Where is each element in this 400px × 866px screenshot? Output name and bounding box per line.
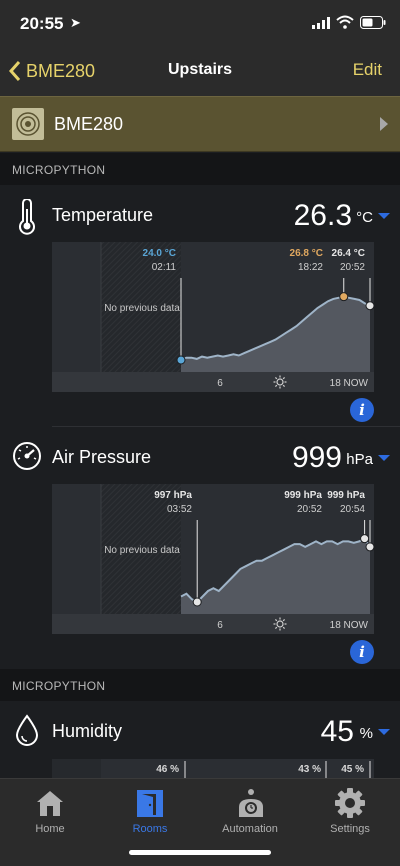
info-button[interactable]: i	[350, 640, 374, 664]
device-row[interactable]: BME280	[0, 96, 400, 152]
tab-automation[interactable]: Automation	[200, 785, 300, 837]
sensor-value: 999	[291, 441, 342, 474]
sensor-label: Air Pressure	[52, 447, 152, 467]
axis-label-right: 18 NOW	[330, 378, 369, 389]
page-title: Upstairs	[167, 61, 233, 78]
location-arrow-icon: ➤	[70, 15, 81, 30]
marker-dot	[365, 542, 374, 552]
section-header: MICROPYTHON	[0, 669, 400, 701]
tab-label: Automation	[222, 823, 278, 835]
marker-value: 999 hPa	[327, 490, 365, 501]
navigation-bar: BME280 Upstairs Edit	[0, 46, 400, 96]
marker-value: 26.4 °C	[332, 248, 365, 259]
tab-settings[interactable]: Settings	[300, 785, 400, 837]
sensor-label: Humidity	[52, 721, 123, 741]
droplet-icon	[15, 714, 39, 746]
expand-caret-icon[interactable]	[378, 455, 390, 461]
marker-time: 20:52	[340, 262, 365, 273]
sensor-label: Temperature	[52, 205, 154, 225]
edit-button[interactable]: Edit	[353, 60, 382, 80]
expand-caret-icon[interactable]	[378, 729, 390, 735]
marker-dot	[339, 292, 349, 302]
wifi-icon	[336, 15, 354, 29]
marker-value: 45 %	[341, 764, 364, 775]
section-header-label: MICROPYTHON	[12, 679, 106, 693]
info-icon: i	[359, 401, 365, 419]
marker-dot	[192, 597, 202, 607]
axis-label-right: 18 NOW	[330, 620, 369, 631]
sensor-value: 45	[320, 715, 354, 748]
status-time: 20:55	[20, 14, 64, 33]
no-data-label: No previous data	[104, 303, 180, 314]
marker-dot	[176, 355, 186, 365]
expand-caret-icon[interactable]	[378, 213, 390, 219]
time-axis	[52, 372, 374, 392]
sensor-unit: hPa	[346, 451, 373, 468]
house-icon	[37, 791, 63, 816]
marker-dot	[365, 301, 374, 311]
tab-rooms[interactable]: Rooms	[100, 785, 200, 837]
device-name: BME280	[54, 114, 124, 134]
section-header: MICROPYTHON	[0, 153, 400, 185]
humidity-card[interactable]: Humidity 45 % 46 % 43 % 45 %	[0, 701, 400, 778]
axis-label-left: 6	[217, 620, 223, 631]
door-icon	[137, 790, 163, 817]
sensor-device-icon	[12, 108, 44, 140]
humidity-chart[interactable]: 46 % 43 % 45 %	[52, 759, 374, 778]
air-pressure-chart[interactable]: No previous data 997 hPa 03:52 999 hPa 20:52…	[52, 484, 374, 634]
status-bar: 20:55 ➤	[0, 0, 400, 46]
gear-icon	[335, 788, 365, 818]
marker-time: 02:11	[152, 262, 177, 273]
marker-time: 18:22	[298, 262, 323, 273]
marker-value: 997 hPa	[154, 490, 192, 501]
gauge-icon	[13, 442, 41, 470]
marker-time: 20:52	[297, 504, 322, 515]
tab-label: Settings	[330, 823, 370, 835]
temperature-chart[interactable]: No previous data 24.0 °C 02:11 26.8 °C 18:22…	[52, 242, 374, 392]
marker-value: 43 %	[298, 764, 321, 775]
thermometer-icon	[19, 199, 35, 235]
sensor-chart[interactable]: No previous data 997 hPa 03:52 999 hPa 20:52…	[52, 484, 374, 634]
sensor-value: 26.3	[293, 199, 352, 232]
tab-label: Home	[35, 823, 65, 835]
marker-value: 999 hPa	[284, 490, 322, 501]
marker-value: 46 %	[156, 764, 179, 775]
robot-icon	[239, 789, 263, 817]
sensor-unit: %	[359, 725, 373, 742]
marker-time: 20:54	[340, 504, 365, 515]
axis-label-left: 6	[217, 378, 223, 389]
temperature-card[interactable]: Temperature 26.3 °C No previous data 24.0…	[0, 185, 400, 426]
sensor-chart[interactable]: No previous data 24.0 °C 02:11 26.8 °C 18:22…	[52, 242, 374, 392]
no-data-region	[52, 759, 101, 778]
tab-label: Rooms	[132, 823, 168, 835]
battery-icon	[360, 16, 386, 29]
info-icon: i	[359, 643, 365, 661]
info-button[interactable]: i	[350, 398, 374, 422]
cellular-signal-icon	[312, 17, 330, 29]
marker-value: 24.0 °C	[143, 248, 176, 259]
air-pressure-card[interactable]: Air Pressure 999 hPa No previous data 997…	[0, 427, 400, 669]
sensor-chart[interactable]: 46 % 43 % 45 %	[52, 759, 374, 778]
no-data-label: No previous data	[104, 545, 180, 556]
sensor-unit: °C	[356, 209, 373, 226]
tab-home[interactable]: Home	[0, 785, 100, 837]
marker-value: 26.8 °C	[290, 248, 323, 259]
chevron-right-icon	[380, 117, 388, 131]
marker-dot	[360, 534, 370, 544]
section-header-label: MICROPYTHON	[12, 163, 106, 177]
time-axis	[52, 614, 374, 634]
marker-time: 03:52	[167, 504, 192, 515]
home-indicator	[129, 850, 271, 855]
